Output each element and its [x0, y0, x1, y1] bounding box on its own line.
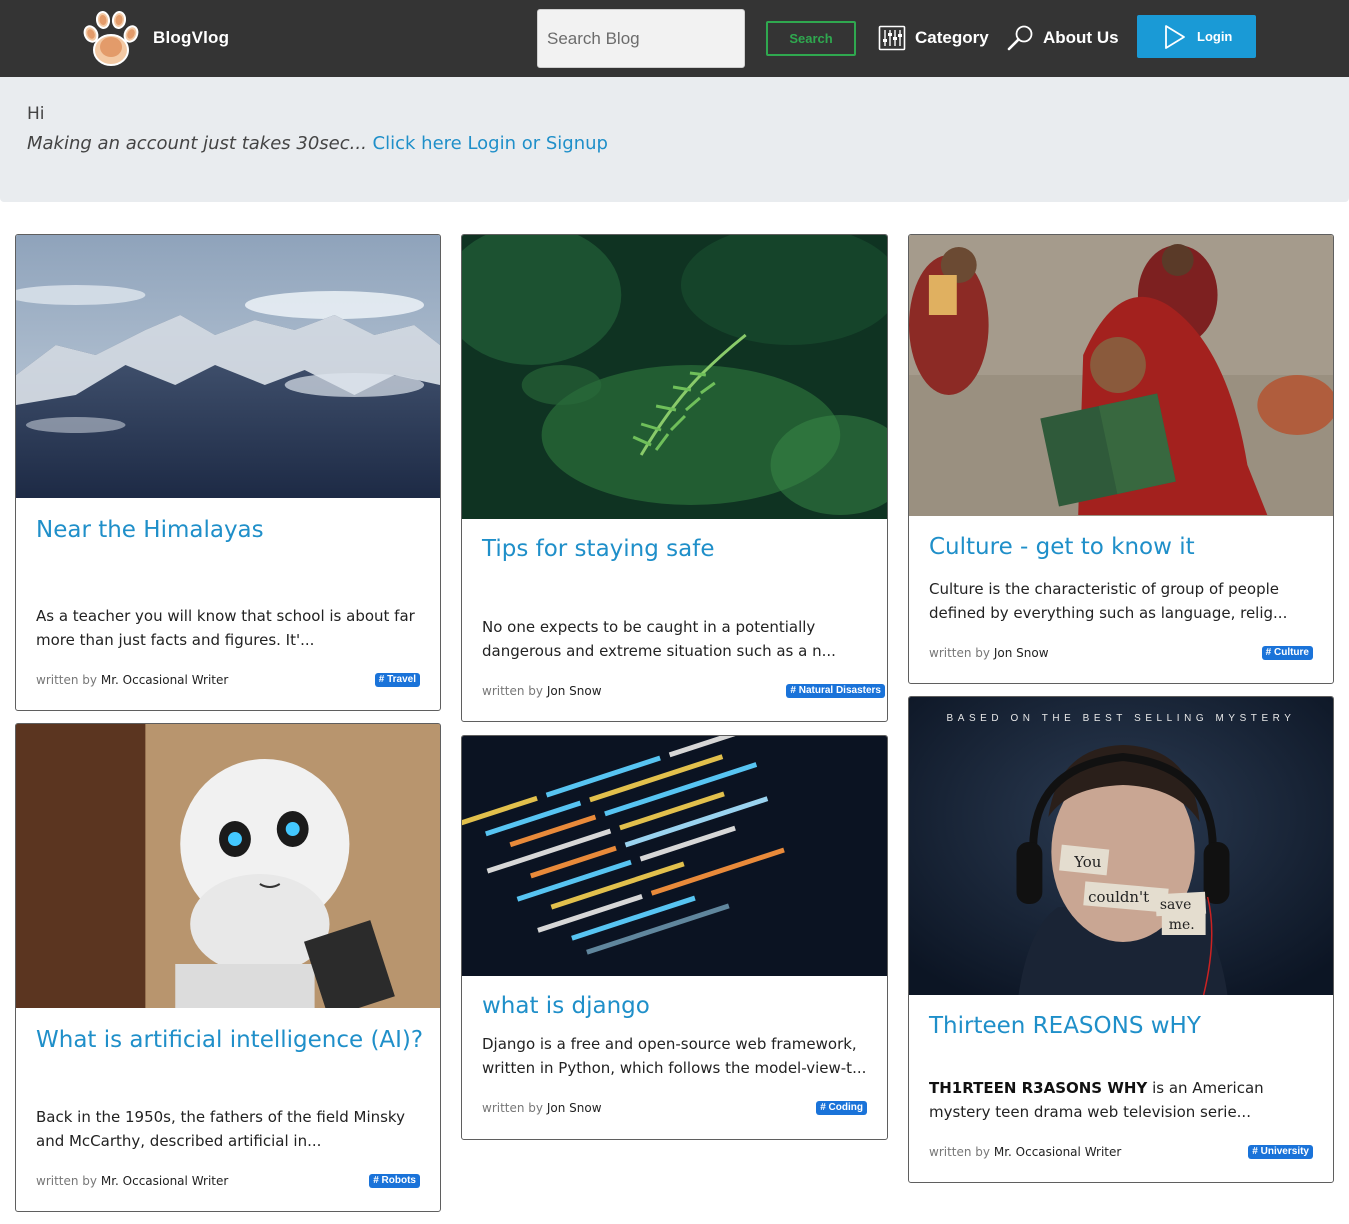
post-card: what is django Django is a free and open…	[461, 735, 888, 1140]
post-excerpt: Back in the 1950s, the fathers of the fi…	[36, 1108, 405, 1150]
post-image[interactable]	[909, 235, 1333, 516]
post-excerpt: Django is a free and open-source web fra…	[482, 1035, 867, 1077]
nav-category-link[interactable]: Category	[878, 24, 989, 52]
post-title[interactable]: Tips for staying safe	[482, 536, 714, 562]
brand-name[interactable]: BlogVlog	[153, 28, 229, 48]
post-card: Culture - get to know it Culture is the …	[908, 234, 1334, 684]
post-author[interactable]: Jon Snow	[547, 684, 602, 698]
login-signup-link[interactable]: Click here Login or Signup	[373, 133, 608, 154]
post-title[interactable]: Culture - get to know it	[929, 534, 1195, 560]
post-excerpt: TH1RTEEN R3ASONS WHY is an American myst…	[929, 1076, 1315, 1124]
post-footer: written by Mr. Occasional Writer # Robot…	[36, 1174, 440, 1190]
post-card: Tips for staying safe No one expects to …	[461, 234, 888, 722]
written-by-label: written by	[482, 1101, 544, 1115]
written-by-label: written by	[36, 673, 98, 687]
login-label: Login	[1197, 29, 1233, 44]
post-tag[interactable]: # Culture	[1261, 646, 1313, 660]
greeting-banner: Hi Making an account just takes 30sec...…	[0, 77, 1349, 202]
written-by-label: written by	[929, 1145, 991, 1159]
sliders-icon	[878, 25, 906, 51]
greeting-line: Making an account just takes 30sec... Cl…	[27, 133, 608, 154]
nav-about-link[interactable]: About Us	[1006, 24, 1119, 52]
post-excerpt: No one expects to be caught in a potenti…	[482, 618, 836, 660]
post-author[interactable]: Jon Snow	[547, 1101, 602, 1115]
poster-word: save	[1160, 897, 1192, 913]
post-tag[interactable]: # Coding	[816, 1101, 867, 1115]
magnifier-icon	[1007, 25, 1033, 51]
play-triangle-icon	[1165, 24, 1185, 49]
post-title[interactable]: What is artificial intelligence (AI)?	[36, 1027, 423, 1053]
post-image[interactable]	[462, 235, 887, 519]
post-card: Near the Himalayas As a teacher you will…	[15, 234, 441, 711]
search-button[interactable]: Search	[766, 21, 856, 56]
written-by-label: written by	[929, 646, 991, 660]
post-footer: written by Jon Snow # Natural Disasters	[482, 684, 887, 700]
post-image[interactable]	[16, 235, 440, 498]
greeting-hi: Hi	[27, 104, 45, 124]
poster-banner: BASED ON THE BEST SELLING MYSTERY	[947, 713, 1296, 724]
post-footer: written by Jon Snow # Coding	[482, 1101, 887, 1117]
post-excerpt-bold: TH1RTEEN R3ASONS WHY	[929, 1079, 1148, 1097]
greeting-prompt: Making an account just takes 30sec...	[27, 133, 367, 154]
login-button[interactable]: Login	[1137, 15, 1256, 58]
post-excerpt: Culture is the characteristic of group o…	[929, 580, 1288, 622]
post-title[interactable]: Thirteen REASONS wHY	[929, 1013, 1201, 1039]
post-tag[interactable]: # Travel	[374, 673, 420, 687]
post-footer: written by Jon Snow # Culture	[929, 646, 1333, 662]
post-excerpt: As a teacher you will know that school i…	[36, 607, 415, 649]
poster-word: couldn't	[1088, 888, 1149, 906]
post-image[interactable]: BASED ON THE BEST SELLING MYSTERY You co…	[909, 697, 1333, 995]
nav-category-label: Category	[915, 28, 989, 47]
poster-word: You	[1073, 853, 1102, 871]
post-title[interactable]: what is django	[482, 993, 650, 1019]
post-author[interactable]: Mr. Occasional Writer	[101, 673, 228, 687]
post-image[interactable]	[16, 724, 440, 1008]
post-tag[interactable]: # Natural Disasters	[786, 684, 885, 698]
nav-about-label: About Us	[1043, 28, 1119, 47]
written-by-label: written by	[36, 1174, 98, 1188]
post-author[interactable]: Mr. Occasional Writer	[101, 1174, 228, 1188]
post-card: BASED ON THE BEST SELLING MYSTERY You co…	[908, 696, 1334, 1183]
post-image[interactable]	[462, 736, 887, 976]
post-title[interactable]: Near the Himalayas	[36, 517, 264, 543]
post-footer: written by Mr. Occasional Writer # Trave…	[36, 673, 440, 689]
paw-print-icon[interactable]	[80, 8, 142, 70]
poster-word: me.	[1169, 917, 1195, 933]
search-input[interactable]	[537, 9, 745, 68]
post-tag[interactable]: # University	[1248, 1145, 1313, 1159]
written-by-label: written by	[482, 684, 544, 698]
post-author[interactable]: Jon Snow	[994, 646, 1049, 660]
navbar: BlogVlog Search Category About Us Login	[0, 0, 1349, 77]
post-author[interactable]: Mr. Occasional Writer	[994, 1145, 1121, 1159]
post-footer: written by Mr. Occasional Writer # Unive…	[929, 1145, 1333, 1161]
post-tag[interactable]: # Robots	[369, 1174, 420, 1188]
post-card: What is artificial intelligence (AI)? Ba…	[15, 723, 441, 1212]
